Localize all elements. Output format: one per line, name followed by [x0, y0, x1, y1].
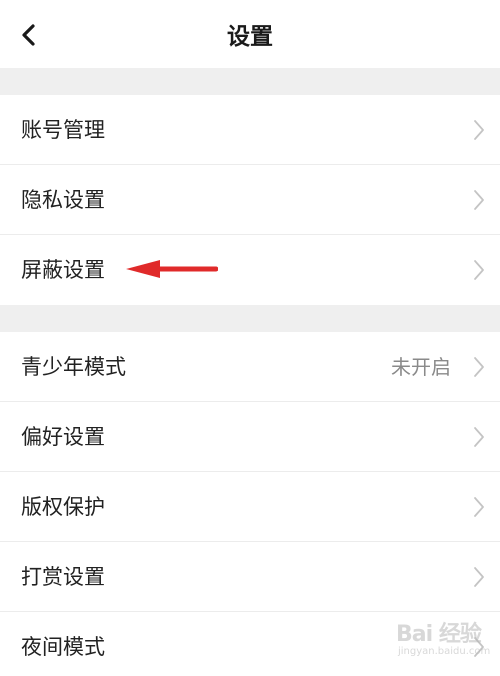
settings-row-label: 版权保护 — [21, 495, 105, 519]
chevron-right-icon — [474, 190, 484, 210]
chevron-right-icon — [474, 567, 484, 587]
settings-row-label: 偏好设置 — [21, 425, 105, 449]
watermark-url: jingyan.baidu.com — [398, 646, 491, 657]
settings-row-teen-mode[interactable]: 青少年模式 未开启 — [0, 332, 500, 402]
settings-row-label: 隐私设置 — [21, 188, 105, 212]
section-separator — [0, 68, 500, 95]
settings-row-label: 打赏设置 — [21, 565, 105, 589]
settings-group-account: 账号管理 隐私设置 屏蔽设置 — [0, 95, 500, 305]
chevron-right-icon — [474, 427, 484, 447]
settings-row-label: 夜间模式 — [21, 635, 105, 659]
header-bar: 设置 — [0, 0, 500, 68]
settings-row-copyright[interactable]: 版权保护 — [0, 472, 500, 542]
chevron-right-icon — [474, 497, 484, 517]
settings-row-privacy[interactable]: 隐私设置 — [0, 165, 500, 235]
settings-row-label: 屏蔽设置 — [21, 258, 105, 282]
baidu-jingyan-watermark: Bai 经验 jingyan.baidu.com — [386, 616, 494, 666]
section-separator — [0, 305, 500, 332]
settings-page: 设置 账号管理 隐私设置 屏蔽设置 青少年模式 未开启 偏好设置 版权保护 打赏… — [0, 0, 500, 676]
settings-row-reward[interactable]: 打赏设置 — [0, 542, 500, 612]
settings-row-preferences[interactable]: 偏好设置 — [0, 402, 500, 472]
chevron-right-icon — [474, 260, 484, 280]
chevron-right-icon — [474, 357, 484, 377]
chevron-right-icon — [474, 120, 484, 140]
teen-mode-status: 未开启 — [391, 355, 451, 379]
settings-row-account-management[interactable]: 账号管理 — [0, 95, 500, 165]
settings-row-block[interactable]: 屏蔽设置 — [0, 235, 500, 305]
settings-row-label: 青少年模式 — [21, 355, 126, 379]
page-title: 设置 — [227, 24, 273, 50]
watermark-logo-text: Bai 经验 — [396, 622, 482, 647]
red-arrow-annotation — [126, 260, 218, 278]
settings-row-label: 账号管理 — [21, 118, 105, 142]
